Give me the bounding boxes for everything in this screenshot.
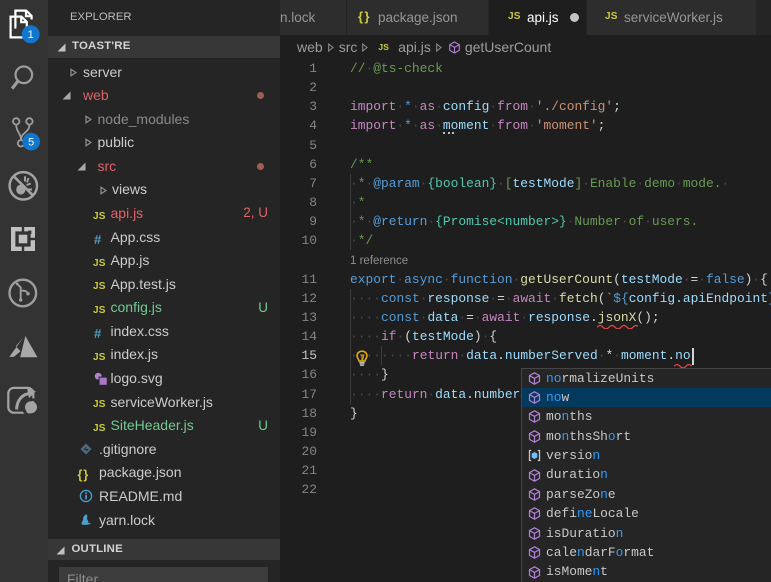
svg-text:5: 5 — [28, 137, 34, 149]
svg-text:1: 1 — [28, 29, 34, 41]
